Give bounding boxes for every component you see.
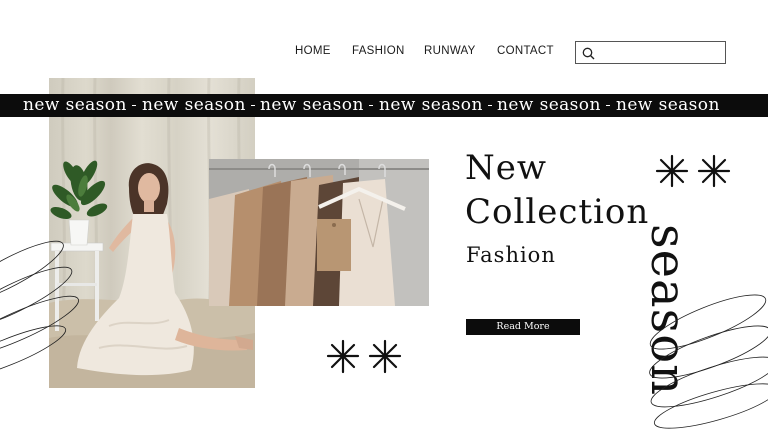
banner-dash [606, 105, 610, 106]
search-input[interactable] [600, 44, 724, 63]
nav-home-link[interactable]: HOME [295, 45, 331, 57]
clothes-photo [209, 159, 429, 306]
banner-text: new season [23, 95, 127, 115]
asterisk-icon [326, 339, 360, 374]
read-more-button[interactable]: Read More [466, 319, 580, 335]
asterisk-icon [368, 339, 402, 374]
banner-dash [369, 105, 373, 106]
banner-text: new season [260, 95, 364, 115]
banner-text: new season [379, 95, 483, 115]
vertical-season-text: season [640, 223, 696, 397]
banner-dash [251, 105, 255, 106]
banner-text: new season [616, 95, 720, 115]
nav-fashion-link[interactable]: FASHION [352, 45, 405, 57]
hero-title-line1: New [465, 148, 547, 188]
banner-text: new season [497, 95, 601, 115]
search-icon[interactable] [582, 47, 595, 60]
nav-runway-link[interactable]: RUNWAY [424, 45, 476, 57]
asterisk-icon [655, 154, 689, 188]
asterisk-icon [697, 154, 731, 188]
hero-title-line2: Collection [465, 192, 650, 232]
banner-text: new season [142, 95, 246, 115]
banner-dash [488, 105, 492, 106]
new-season-banner: new season new season new season new sea… [0, 94, 768, 117]
hero-subtitle: Fashion [466, 243, 556, 267]
search-box[interactable] [575, 41, 726, 64]
nav-contact-link[interactable]: CONTACT [497, 45, 554, 57]
banner-dash [132, 105, 136, 106]
